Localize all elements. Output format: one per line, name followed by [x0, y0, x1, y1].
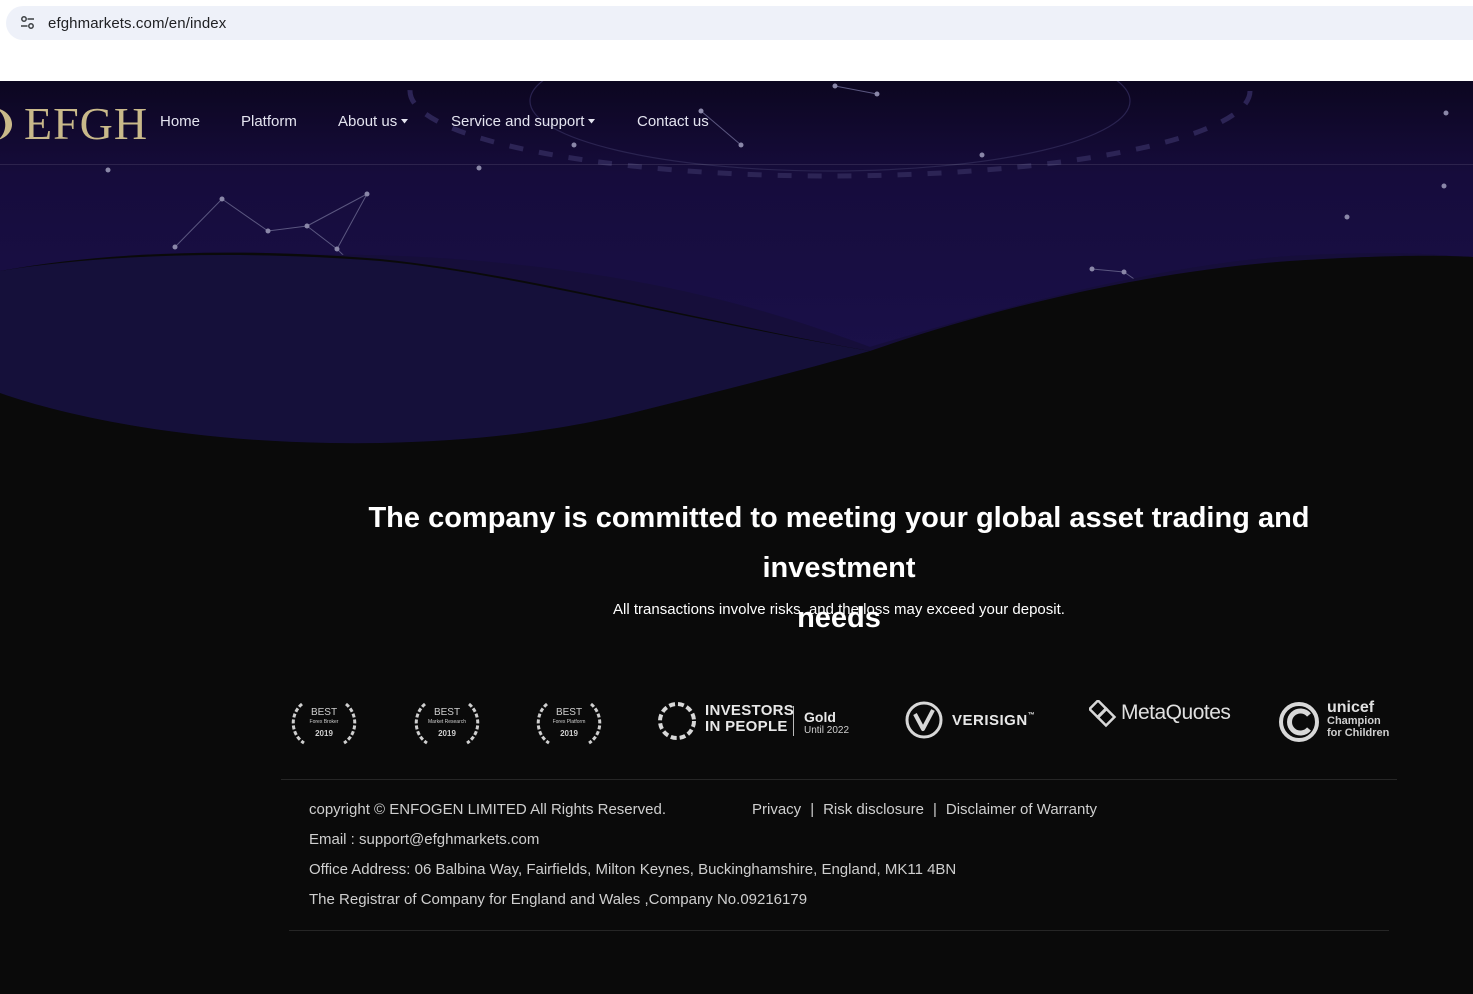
investors-line-1: INVESTORS — [705, 702, 795, 719]
tune-icon[interactable] — [18, 13, 38, 33]
nav-service-and-support[interactable]: Service and support — [451, 113, 596, 130]
footer-links: Privacy | Risk disclosure | Disclaimer of Wa… — [752, 801, 1097, 818]
award-badge-forex-platform: BEST Forex Platform 2019 — [533, 700, 605, 746]
footer-registrar: The Registrar of Company for England and… — [309, 891, 808, 908]
unicef-badge: unicef Champion for Children — [1278, 699, 1408, 743]
footer-link-risk-disclosure[interactable]: Risk disclosure — [823, 801, 924, 818]
risk-warning: All transactions involve risks, and the … — [613, 601, 1065, 618]
nav-platform[interactable]: Platform — [241, 113, 297, 130]
nav-contact-us-label: Contact us — [637, 113, 709, 130]
award-subtitle: Forex Broker — [309, 719, 339, 725]
page: EFGH Home Platform About us Service and … — [0, 81, 1473, 994]
award-subtitle: Market Research — [427, 719, 467, 725]
hero-tagline: The company is committed to meeting your… — [290, 493, 1388, 643]
unicef-line-2: for Children — [1327, 727, 1390, 739]
tagline-line-1: The company is committed to meeting your… — [368, 502, 1310, 584]
nav-about-us[interactable]: About us — [338, 113, 409, 130]
nav-contact-us[interactable]: Contact us — [637, 113, 709, 130]
nav-home[interactable]: Home — [160, 113, 200, 130]
footer-link-disclaimer[interactable]: Disclaimer of Warranty — [946, 801, 1097, 818]
investors-ring-icon — [658, 702, 696, 740]
metaquotes-text: MetaQuotes — [1121, 701, 1231, 724]
nav-service-label: Service and support — [451, 113, 585, 130]
footer-address: Office Address: 06 Balbina Way, Fairfiel… — [309, 861, 957, 878]
url-text: efghmarkets.com/en/index — [48, 14, 227, 32]
metaquotes-badge: MetaQuotes — [1089, 700, 1239, 730]
verisign-badge: VERISIGN™ — [904, 700, 1044, 742]
nav-platform-label: Platform — [241, 113, 297, 130]
footer-copyright: copyright © ENFOGEN LIMITED All Rights R… — [309, 801, 666, 818]
nav-about-us-label: About us — [338, 113, 398, 130]
award-subtitle: Forex Platform — [552, 719, 586, 725]
verisign-text: VERISIGN™ — [952, 712, 1035, 729]
footer-divider-top — [281, 779, 1397, 780]
verisign-trademark: ™ — [1027, 712, 1036, 719]
caret-down-icon — [588, 119, 596, 124]
award-year: 2019 — [560, 729, 578, 738]
metaquotes-logo-icon — [1089, 700, 1117, 728]
logo[interactable]: EFGH — [0, 101, 148, 147]
footer-link-privacy[interactable]: Privacy — [752, 801, 801, 818]
investors-in-people-badge: INVESTORS IN PEOPLE Gold Until 2022 — [656, 700, 856, 744]
verisign-label: VERISIGN — [952, 712, 1028, 729]
investors-until: Until 2022 — [804, 725, 850, 736]
award-title: BEST — [555, 707, 583, 718]
award-title: BEST — [433, 707, 461, 718]
footer-email: Email : support@efghmarkets.com — [309, 831, 540, 848]
nav-home-label: Home — [160, 113, 201, 130]
verisign-check-icon — [905, 701, 943, 739]
investors-separator — [793, 706, 794, 736]
investors-level: Gold — [804, 709, 836, 725]
browser-address-bar: efghmarkets.com/en/index — [0, 0, 1473, 81]
footer-divider-bottom — [289, 930, 1389, 931]
award-badge-market-research: BEST Market Research 2019 — [411, 700, 483, 746]
unicef-line-1: Champion — [1327, 715, 1381, 727]
award-year: 2019 — [438, 729, 456, 738]
unicef-logo-icon — [1279, 702, 1319, 742]
award-title: BEST — [310, 707, 338, 718]
caret-down-icon — [401, 119, 409, 124]
investors-line-2: IN PEOPLE — [705, 718, 788, 735]
url-field[interactable]: efghmarkets.com/en/index — [6, 6, 1473, 40]
award-year: 2019 — [315, 729, 333, 738]
footer-link-separator: | — [810, 801, 815, 818]
logo-text: EFGH — [24, 98, 149, 149]
logo-swoosh-icon — [0, 109, 12, 140]
top-nav: EFGH Home Platform About us Service and … — [0, 81, 1473, 165]
award-badge-forex-broker: BEST Forex Broker 2019 — [288, 700, 360, 746]
footer-link-separator: | — [932, 801, 937, 818]
